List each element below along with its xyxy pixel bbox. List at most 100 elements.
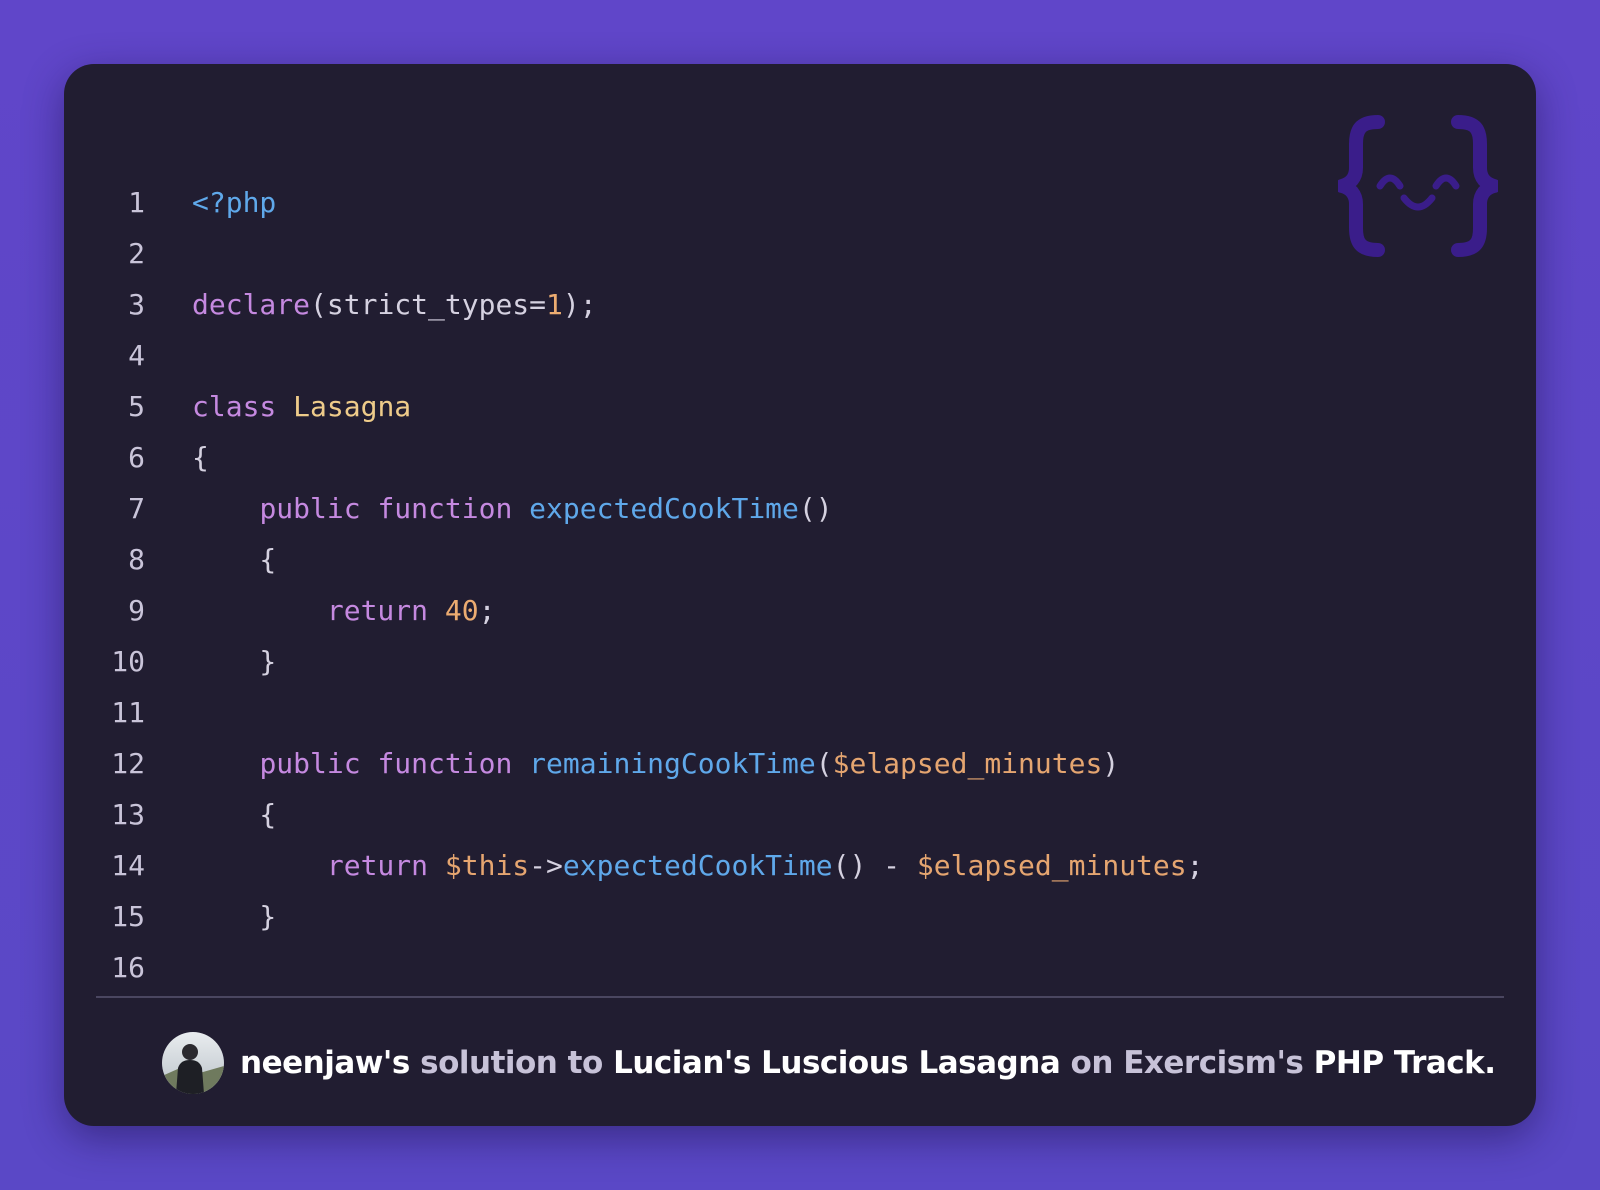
divider <box>96 996 1504 998</box>
code-token: ; <box>478 594 496 627</box>
line-source: { <box>192 789 276 840</box>
code-token: () - <box>832 849 917 882</box>
code-token: public <box>259 492 361 525</box>
line-source: { <box>192 534 276 585</box>
line-number: 9 <box>128 594 145 627</box>
code-token: expectedCookTime <box>562 849 833 882</box>
line-number: 8 <box>128 543 145 576</box>
line-source: public function expectedCookTime() <box>192 483 833 534</box>
line-number: 7 <box>128 492 145 525</box>
line-source: return $this->expectedCookTime() - $elap… <box>192 840 1204 891</box>
line-source: public function remainingCookTime($elaps… <box>192 738 1119 789</box>
line-source: class Lasagna <box>192 381 411 432</box>
code-token: function <box>377 492 513 525</box>
code-line: 3 declare(strict_types=1); <box>64 279 1536 330</box>
code-token: -> <box>529 849 563 882</box>
code-token: return <box>326 594 429 627</box>
line-number: 14 <box>111 849 145 882</box>
code-token: Lasagna <box>293 390 412 423</box>
line-number: 16 <box>111 951 145 984</box>
solution-to-label: solution to <box>409 1045 614 1081</box>
code-token: public <box>259 747 361 780</box>
code-token: () <box>798 492 833 525</box>
on-label: on <box>1060 1045 1124 1081</box>
code-token: $elapsed_minutes <box>832 747 1103 780</box>
line-source: declare(strict_types=1); <box>192 279 597 330</box>
code-token: <?php <box>192 186 277 219</box>
code-token: } <box>192 645 277 678</box>
code-line: 12 public function remainingCookTime($el… <box>64 738 1536 789</box>
code-line: 10 } <box>64 636 1536 687</box>
track-name[interactable]: PHP Track. <box>1303 1045 1496 1081</box>
code-token: $elapsed_minutes <box>916 849 1187 882</box>
code-line: 9 return 40; <box>64 585 1536 636</box>
line-number: 2 <box>128 237 145 270</box>
line-source: { <box>192 432 209 483</box>
code-token: 1 <box>546 288 563 321</box>
code-line: 15 } <box>64 891 1536 942</box>
user-avatar <box>162 1032 224 1094</box>
site-name: Exercism's <box>1123 1045 1304 1081</box>
code-token: return <box>326 849 429 882</box>
code-token: 40 <box>444 594 479 627</box>
exercise-name[interactable]: Lucian's Luscious Lasagna <box>613 1045 1061 1081</box>
line-number: 10 <box>111 645 145 678</box>
line-number: 13 <box>111 798 145 831</box>
code-token: { <box>192 798 277 831</box>
code-line: 13 { <box>64 789 1536 840</box>
code-line: 2 <box>64 228 1536 279</box>
code-line: 14 return $this->expectedCookTime() - $e… <box>64 840 1536 891</box>
code-token: ); <box>562 288 597 321</box>
code-card: 1 <?php 2 3 declare(strict_types=1); 4 5 class … <box>64 64 1536 1126</box>
line-number: 1 <box>128 186 145 219</box>
code-line: 16 <box>64 942 1536 993</box>
code-token: { <box>192 543 277 576</box>
code-line: 4 <box>64 330 1536 381</box>
line-source: } <box>192 891 276 942</box>
code-token: ; <box>1186 849 1204 882</box>
line-number: 5 <box>128 390 145 423</box>
line-source: <?php <box>192 177 276 228</box>
code-line: 6{ <box>64 432 1536 483</box>
code-token: ( <box>815 747 833 780</box>
code-token: declare <box>192 288 311 321</box>
code-token: class <box>192 390 277 423</box>
line-number: 12 <box>111 747 145 780</box>
code-line: 7 public function expectedCookTime() <box>64 483 1536 534</box>
code-line: 5 class Lasagna <box>64 381 1536 432</box>
code-token: $this <box>444 849 530 882</box>
line-number: 15 <box>111 900 145 933</box>
code-token: function <box>377 747 513 780</box>
code-token: remainingCookTime <box>529 747 816 780</box>
code-token: (strict_types= <box>310 288 547 321</box>
user-name[interactable]: neenjaw's <box>240 1045 410 1081</box>
code-token: } <box>192 900 277 933</box>
code-token: expectedCookTime <box>529 492 799 525</box>
attribution-text: neenjaw's solution to Lucian's Luscious … <box>240 1045 1496 1081</box>
avatar-photo-icon <box>162 1032 224 1094</box>
line-source: return 40; <box>192 585 496 636</box>
code-line: 11 <box>64 687 1536 738</box>
line-number: 4 <box>128 339 145 372</box>
code-line: 1 <?php <box>64 177 1536 228</box>
line-source: } <box>192 636 276 687</box>
code-block: 1 <?php 2 3 declare(strict_types=1); 4 5 class … <box>64 177 1536 993</box>
code-token: ) <box>1102 747 1120 780</box>
line-number: 11 <box>111 696 145 729</box>
line-number: 3 <box>128 288 145 321</box>
line-number: 6 <box>128 441 145 474</box>
code-token: { <box>192 441 209 474</box>
attribution: neenjaw's solution to Lucian's Luscious … <box>162 1030 1496 1096</box>
code-line: 8 { <box>64 534 1536 585</box>
